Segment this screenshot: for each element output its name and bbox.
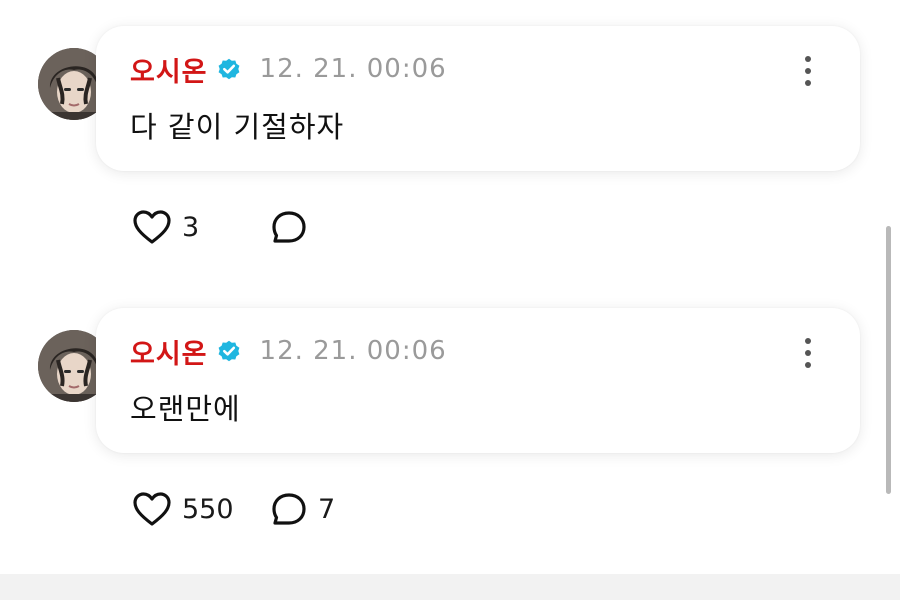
more-vertical-icon[interactable] <box>796 338 820 368</box>
heart-outline-icon <box>132 209 172 245</box>
more-vertical-icon[interactable] <box>796 56 820 86</box>
heart-outline-icon <box>132 491 172 527</box>
comment-text: 다 같이 기절하자 <box>130 110 345 144</box>
verified-badge-icon <box>216 56 242 82</box>
like-count: 3 <box>182 211 200 243</box>
comment-meta: 오시온 12. 21. 00:06 <box>130 332 447 371</box>
comment-bubble: 오시온 12. 21. 00:06 다 같이 기절하자 <box>96 26 860 171</box>
like-count: 550 <box>182 493 234 525</box>
timestamp: 12. 21. 00:06 <box>259 336 447 366</box>
scrollbar[interactable] <box>886 226 891 494</box>
timestamp: 12. 21. 00:06 <box>259 54 447 84</box>
comment-actions: 550 7 <box>132 487 335 531</box>
comment-actions: 3 <box>132 205 318 249</box>
comment-bubble-icon <box>270 491 308 527</box>
like-button[interactable]: 550 <box>132 491 270 527</box>
reply-button[interactable]: 7 <box>270 491 335 527</box>
comment-bubble-icon <box>270 209 308 245</box>
author-name[interactable]: 오시온 <box>130 50 208 89</box>
comment-bubble: 오시온 12. 21. 00:06 오랜만에 <box>96 308 860 453</box>
comment-count: 7 <box>318 493 336 525</box>
comment-meta: 오시온 12. 21. 00:06 <box>130 50 447 89</box>
like-button[interactable]: 3 <box>132 209 270 245</box>
comment-feed: 오시온 12. 21. 00:06 다 같이 기절하자 3 오시온 12. 21… <box>0 0 900 600</box>
verified-badge-icon <box>216 338 242 364</box>
reply-button[interactable] <box>270 209 318 245</box>
author-name[interactable]: 오시온 <box>130 332 208 371</box>
comment-text: 오랜만에 <box>130 392 241 426</box>
bottom-divider <box>0 574 900 600</box>
comment-post: 오시온 12. 21. 00:06 다 같이 기절하자 3 <box>0 0 900 280</box>
comment-post: 오시온 12. 21. 00:06 오랜만에 550 7 <box>0 282 900 562</box>
